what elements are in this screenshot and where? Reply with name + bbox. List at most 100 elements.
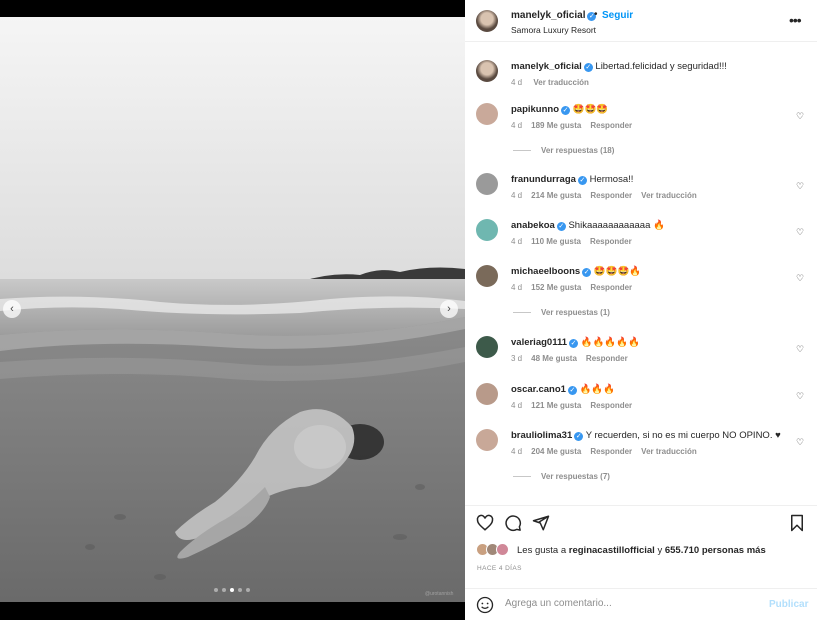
comment-body: 🤩🤩🤩🔥 — [593, 266, 642, 277]
more-options-icon[interactable]: ••• — [789, 12, 802, 28]
reply-button[interactable]: Responder — [590, 121, 632, 130]
commenter-avatar[interactable] — [476, 219, 498, 241]
verified-badge-icon: ✓ — [574, 432, 584, 441]
carousel-dot[interactable] — [238, 588, 242, 592]
author-username[interactable]: manelyk_oficial ✓ — [511, 10, 597, 21]
carousel-dot[interactable] — [222, 588, 226, 592]
liker-avatar[interactable] — [496, 543, 509, 556]
avatar-fill — [476, 219, 498, 241]
publish-button[interactable]: Publicar — [769, 599, 808, 610]
likes-prefix: Les gusta a — [517, 545, 567, 556]
comment-likes[interactable]: 152 Me gusta — [531, 283, 581, 292]
comment-meta: 4 d 152 Me gusta Responder — [511, 283, 641, 292]
comment-heart-icon[interactable]: ♡ — [796, 391, 804, 402]
view-replies-label[interactable]: Ver respuestas (18) — [541, 146, 614, 155]
comment-time: 3 d — [511, 354, 523, 363]
caption-username[interactable]: manelyk_oficial — [511, 61, 582, 72]
post-photo[interactable] — [0, 17, 465, 602]
carousel-dot[interactable] — [230, 588, 234, 592]
replies-divider — [513, 150, 531, 152]
commenter-username[interactable]: brauliolima31 — [511, 430, 572, 441]
comment-body: Y recuerden, si no es mi cuerpo NO OPINO… — [585, 430, 781, 441]
bookmark-icon[interactable] — [788, 514, 806, 532]
translate-link[interactable]: Ver traducción — [641, 447, 697, 456]
avatar-fill — [476, 336, 498, 358]
likes-user[interactable]: reginacastillofficial — [569, 545, 655, 556]
commenter-username[interactable]: oscar.cano1 — [511, 384, 566, 395]
comment-text: brauliolima31 ✓ Y recuerden, si no es mi … — [511, 430, 781, 441]
commenter-username[interactable]: michaeelboons — [511, 266, 580, 277]
post-timestamp[interactable]: HACE 4 DÍAS — [477, 565, 522, 572]
commenter-avatar[interactable] — [476, 383, 498, 405]
comment-text: franundurraga ✓ Hermosa!! — [511, 174, 633, 185]
reply-button[interactable]: Responder — [586, 354, 628, 363]
comment-likes[interactable]: 214 Me gusta — [531, 191, 581, 200]
commenter-username[interactable]: papikunno — [511, 104, 559, 115]
chevron-right-icon[interactable]: › — [440, 300, 458, 318]
commenter-avatar[interactable] — [476, 173, 498, 195]
comment-heart-icon[interactable]: ♡ — [796, 437, 804, 448]
comment-heart-icon[interactable]: ♡ — [796, 111, 804, 122]
author-username-text[interactable]: manelyk_oficial — [511, 10, 585, 21]
comment-likes[interactable]: 121 Me gusta — [531, 401, 581, 410]
carousel-dot[interactable] — [246, 588, 250, 592]
comment-likes[interactable]: 189 Me gusta — [531, 121, 581, 130]
commenter-avatar[interactable] — [476, 265, 498, 287]
reply-button[interactable]: Responder — [590, 447, 632, 456]
caption-time: 4 d — [511, 78, 523, 87]
reply-button[interactable]: Responder — [590, 237, 632, 246]
commenter-username[interactable]: valeriag0111 — [511, 337, 567, 348]
commenter-username[interactable]: franundurraga — [511, 174, 576, 185]
comment-time: 4 d — [511, 237, 523, 246]
chevron-left-icon[interactable]: ‹ — [3, 300, 21, 318]
comment-text: oscar.cano1 ✓ 🔥🔥🔥 — [511, 384, 615, 395]
carousel-dot[interactable] — [214, 588, 218, 592]
likes-count[interactable]: 655.710 personas más — [665, 545, 766, 556]
author-avatar[interactable] — [476, 60, 498, 82]
comment-time: 4 d — [511, 447, 523, 456]
reply-button[interactable]: Responder — [590, 283, 632, 292]
comment-likes[interactable]: 48 Me gusta — [531, 354, 577, 363]
translate-link[interactable]: Ver traducción — [533, 78, 589, 87]
verified-badge-icon: ✓ — [583, 63, 593, 72]
translate-link[interactable]: Ver traducción — [641, 191, 697, 200]
comment-input[interactable] — [505, 598, 755, 609]
reply-button[interactable]: Responder — [590, 191, 632, 200]
comment-likes[interactable]: 110 Me gusta — [531, 237, 581, 246]
comment-time: 4 d — [511, 401, 523, 410]
comment-icon[interactable] — [504, 514, 522, 532]
comment-heart-icon[interactable]: ♡ — [796, 227, 804, 238]
caption-text: manelyk_oficial ✓ Libertad.felicidad y se… — [511, 61, 727, 72]
commenter-avatar[interactable] — [476, 429, 498, 451]
comment-body: 🤩🤩🤩 — [572, 104, 609, 115]
comment-body: Shikaaaaaaaaaaaa 🔥 — [568, 220, 665, 231]
view-replies-button[interactable]: Ver respuestas (1) — [513, 308, 610, 317]
commenter-avatar[interactable] — [476, 336, 498, 358]
verified-badge-icon: ✓ — [582, 268, 592, 277]
commenter-username[interactable]: anabekoa — [511, 220, 555, 231]
comment-meta: 4 d 214 Me gusta Responder Ver traducción — [511, 191, 706, 200]
view-replies-button[interactable]: Ver respuestas (18) — [513, 146, 614, 155]
carousel-dots — [214, 588, 250, 592]
view-replies-label[interactable]: Ver respuestas (7) — [541, 472, 610, 481]
share-icon[interactable] — [532, 514, 550, 532]
comment-meta: 4 d 204 Me gusta Responder Ver traducción — [511, 447, 706, 456]
comment-text: valeriag0111 ✓ 🔥🔥🔥🔥🔥 — [511, 337, 640, 348]
emoji-icon[interactable] — [476, 596, 494, 614]
view-replies-label[interactable]: Ver respuestas (1) — [541, 308, 610, 317]
comment-heart-icon[interactable]: ♡ — [796, 273, 804, 284]
comment-heart-icon[interactable]: ♡ — [796, 344, 804, 355]
comment-likes[interactable]: 204 Me gusta — [531, 447, 581, 456]
view-replies-button[interactable]: Ver respuestas (7) — [513, 472, 610, 481]
caption-meta: 4 d Ver traducción — [511, 78, 598, 87]
comment-time: 4 d — [511, 121, 523, 130]
reply-button[interactable]: Responder — [590, 401, 632, 410]
location-link[interactable]: Samora Luxury Resort — [511, 25, 596, 35]
commenter-avatar[interactable] — [476, 103, 498, 125]
author-avatar[interactable] — [476, 10, 498, 32]
verified-badge-icon: ✓ — [561, 106, 571, 115]
comment-heart-icon[interactable]: ♡ — [796, 181, 804, 192]
follow-button[interactable]: Seguir — [602, 10, 633, 21]
comment-meta: 4 d 121 Me gusta Responder — [511, 401, 641, 410]
heart-icon[interactable] — [476, 514, 494, 532]
